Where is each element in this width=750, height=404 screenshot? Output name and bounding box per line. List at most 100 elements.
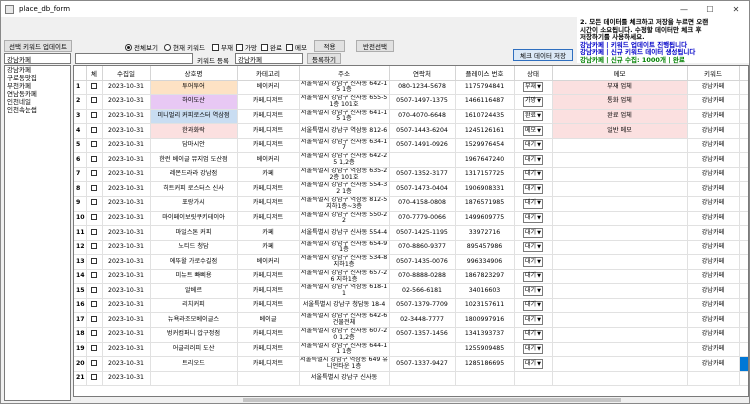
cell-status[interactable]: 대기 ▼ (514, 269, 553, 285)
cell-phone[interactable]: 0507-1443-6204 (389, 123, 456, 139)
chevron-down-icon[interactable]: ▼ (537, 331, 541, 338)
checkbox-box[interactable] (91, 141, 97, 148)
table-row[interactable]: 17 2023-10-31 뉴욕라조모베이글스 베이글 서울특별시 강남구 신사동 64… (74, 312, 748, 328)
chevron-down-icon[interactable]: ▼ (537, 113, 541, 120)
checkbox-box[interactable] (91, 359, 97, 366)
cell-keyword[interactable]: 강남카페 (687, 356, 740, 372)
cell-name[interactable]: 한런 베이글 뮤지엄 도산점 (150, 152, 238, 168)
header-status[interactable]: 상태 (514, 66, 553, 81)
cell-extra[interactable]: 5s (739, 181, 748, 198)
row-checkbox[interactable] (86, 80, 103, 96)
cell-name[interactable]: 미니멀리 커피로스터 역삼점 (150, 109, 238, 125)
keyword-field[interactable]: 강남카페 (4, 53, 71, 64)
cell-name[interactable]: 에뚜왈 가로수길점 (150, 254, 238, 270)
cell-extra[interactable]: 4a (739, 196, 748, 212)
cell-name[interactable]: 레몬드라라 강남점 (150, 167, 238, 183)
checkbox-box[interactable] (91, 170, 97, 177)
table-row[interactable]: 16 2023-10-31 리치커피 카페,디저트 서울특별시 강남구 청담동 18-4… (74, 298, 748, 314)
cell-extra[interactable]: 8b (739, 123, 748, 139)
chevron-down-icon[interactable]: ▼ (537, 142, 541, 149)
filter-absent-checkbox[interactable]: 부재 (212, 42, 233, 52)
row-checkbox[interactable] (86, 94, 103, 110)
table-row[interactable]: 5 2023-10-31 담마시안 카페,디저트 서울특별시 강남구 신사동 634-1… (74, 138, 748, 154)
checkbox-box[interactable] (91, 272, 97, 279)
cell-date[interactable]: 2023-10-31 (102, 283, 151, 299)
cell-name[interactable]: 투어투어 (150, 80, 238, 96)
table-row[interactable]: 1 2023-10-31 투어투어 베이커리 서울특별시 강남구 신사동 642-15 … (74, 80, 748, 96)
checkbox-box[interactable] (91, 97, 97, 104)
row-checkbox[interactable] (86, 196, 103, 212)
cell-keyword[interactable]: 강남카페 (687, 167, 740, 183)
cell-category[interactable]: 카페,디저트 (237, 123, 300, 139)
cell-memo[interactable] (552, 152, 688, 168)
cell-keyword[interactable]: 강남카페 (687, 123, 740, 139)
cell-name[interactable]: 마일스톤 커피 (150, 225, 238, 241)
checkbox-box[interactable] (91, 301, 97, 308)
cell-phone[interactable]: 070-8888-0288 (389, 269, 456, 285)
cell-place-id[interactable]: 1529976454 (455, 138, 515, 154)
cell-memo[interactable] (552, 138, 688, 154)
checkbox-box[interactable] (91, 330, 97, 337)
cell-place-id[interactable]: 996334906 (455, 254, 515, 270)
row-checkbox[interactable] (86, 298, 103, 314)
header-date[interactable]: 수집일 (102, 66, 151, 81)
cell-place-id[interactable]: 1967647240 (455, 152, 515, 168)
table-row[interactable]: 9 2023-10-31 포랑가시 카페,디저트 서울특별시 강남구 역삼동 812-5… (74, 196, 748, 212)
cell-keyword[interactable]: 강남카페 (687, 80, 740, 96)
close-button[interactable]: ✕ (723, 1, 749, 17)
cell-memo[interactable] (552, 342, 688, 358)
cell-name[interactable]: 포랑가시 (150, 196, 238, 212)
cell-status[interactable]: 완료 ▼ (514, 109, 553, 125)
checkbox-box[interactable] (91, 184, 97, 191)
table-row[interactable]: 18 2023-10-31 벙커컴퍼니 압구정점 카페,디저트 서울특별시 강남구 신사… (74, 327, 748, 343)
chevron-down-icon[interactable]: ▼ (537, 317, 541, 324)
row-checkbox[interactable] (86, 152, 103, 168)
cell-name[interactable]: 미뉴트 빠삐용 (150, 269, 238, 285)
cell-place-id[interactable]: 34016603 (455, 283, 515, 299)
cell-category[interactable]: 카페,디저트 (237, 327, 300, 343)
cell-address[interactable]: 서울특별시 강남구 역삼동 649 유니언타운 1층 (299, 356, 390, 372)
cell-name[interactable]: 트리오드 (150, 356, 238, 372)
header-extra[interactable]: C (739, 66, 748, 81)
cell-phone[interactable]: 070-4070-6648 (389, 109, 456, 125)
cell-memo[interactable] (552, 240, 688, 256)
status-select[interactable]: 대기 ▼ (523, 315, 543, 326)
cell-memo[interactable] (552, 298, 688, 314)
cell-keyword[interactable]: 강남카페 (687, 240, 740, 256)
cell-place-id[interactable]: 895457986 (455, 240, 515, 256)
cell-category[interactable]: 베이글 (237, 312, 300, 328)
cell-category[interactable]: 카페,디저트 (237, 298, 300, 314)
cell-address[interactable]: 서울특별시 강남구 신사동 554-4 (299, 225, 390, 241)
cell-status[interactable]: 메모 ▼ (514, 123, 553, 139)
cell-address[interactable]: 서울특별시 강남구 신사동 534-8 지하1층 (299, 254, 390, 270)
cell-name[interactable] (150, 371, 238, 387)
cell-date[interactable]: 2023-10-31 (102, 312, 151, 328)
update-keyword-button[interactable]: 선택 키워드 업데이트 (4, 40, 72, 52)
row-checkbox[interactable] (86, 138, 103, 154)
cell-extra[interactable]: qe (739, 94, 748, 110)
cell-keyword[interactable]: 강남카페 (687, 254, 740, 270)
data-grid[interactable]: 체 수집일 상호명 카테고리 주소 연락처 플레이스 번호 상태 메모 키워드 … (73, 65, 749, 397)
row-checkbox[interactable] (86, 269, 103, 285)
cell-place-id[interactable]: 1175794841 (455, 80, 515, 96)
cell-extra[interactable]: 3e (739, 312, 748, 328)
chevron-down-icon[interactable]: ▼ (537, 230, 541, 237)
keyword-list-item[interactable]: 연남동카페 (5, 90, 70, 98)
cell-memo[interactable] (552, 211, 688, 227)
chevron-down-icon[interactable]: ▼ (537, 171, 541, 178)
cell-keyword[interactable]: 강남카페 (687, 342, 740, 358)
scrollbar-thumb[interactable] (243, 398, 621, 402)
cell-memo[interactable] (552, 371, 688, 387)
table-row[interactable]: 11 2023-10-31 마일스톤 커피 카페 서울특별시 강남구 신사동 554-4… (74, 225, 748, 241)
status-select[interactable]: 대기 ▼ (523, 257, 543, 268)
cell-phone[interactable]: 0507-1352-3177 (389, 167, 456, 183)
cell-category[interactable]: 베이커리 (237, 254, 300, 270)
cell-address[interactable]: 서울특별시 강남구 신사동 642-6 건물전체 (299, 312, 390, 328)
table-row[interactable]: 3 2023-10-31 미니멀리 커피로스터 역삼점 카페,디저트 서울특별시 강남구… (74, 109, 748, 125)
cell-status[interactable]: 대기 ▼ (514, 211, 553, 227)
cell-extra[interactable]: 2m (739, 269, 748, 285)
cell-place-id[interactable]: 1285186695 (455, 356, 515, 372)
cell-date[interactable]: 2023-10-31 (102, 240, 151, 256)
chevron-down-icon[interactable]: ▼ (537, 98, 541, 105)
header-check[interactable]: 체 (86, 66, 103, 81)
